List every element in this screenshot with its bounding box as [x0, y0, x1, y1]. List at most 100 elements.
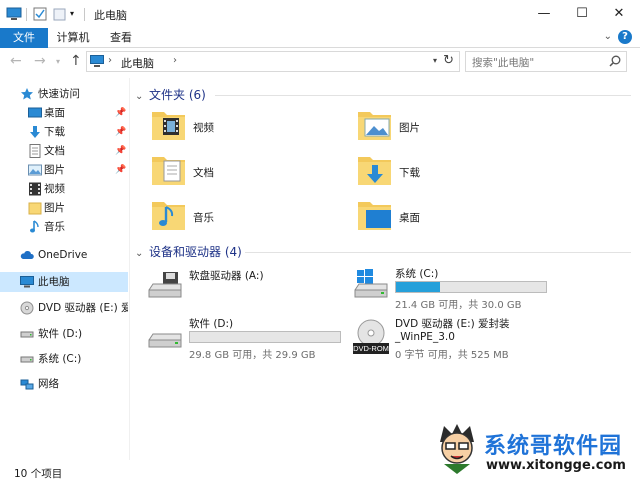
drive-usage-bar — [395, 281, 547, 293]
separator — [84, 8, 85, 21]
collapse-chevron-icon[interactable]: ⌄ — [135, 248, 149, 259]
up-arrow-icon[interactable]: ↑ — [70, 53, 82, 69]
maximize-button[interactable]: ☐ — [568, 4, 596, 24]
floppy-drive-icon — [148, 272, 182, 298]
nav-item-videos[interactable]: 视频 — [0, 179, 128, 199]
dvd-rom-label: DVD-ROM — [353, 344, 389, 353]
group-header-devices[interactable]: ⌄ 设备和驱动器 (4) — [135, 243, 242, 261]
help-icon[interactable]: ? — [618, 30, 632, 44]
search-icon[interactable] — [609, 55, 621, 67]
title-bar: ▾ 此电脑 — ☐ ✕ — [0, 0, 640, 28]
local-drive-icon — [148, 333, 182, 348]
nav-item-dvd-drive[interactable]: DVD 驱动器 (E:) 爱 — [0, 298, 128, 318]
tab-file[interactable]: 文件 — [0, 28, 48, 48]
nav-item-downloads[interactable]: 下载 📌 — [0, 122, 128, 142]
documents-folder-icon — [152, 157, 185, 185]
back-arrow-icon[interactable]: ← — [10, 53, 22, 69]
new-folder-icon[interactable] — [53, 7, 67, 21]
drive-software-d[interactable]: 软件 (D:) 29.8 GB 可用，共 29.9 GB — [147, 316, 347, 361]
properties-icon[interactable] — [33, 7, 47, 21]
drive-dvd-e[interactable]: DVD-ROM DVD 驱动器 (E:) 爱封装 _WinPE_3.0 0 字节… — [353, 316, 553, 361]
breadcrumb-chevron-icon[interactable]: › — [108, 55, 112, 66]
nav-item-drive-c[interactable]: 系统 (C:) — [0, 349, 128, 369]
nav-item-drive-d[interactable]: 软件 (D:) — [0, 324, 128, 344]
customize-dropdown-icon[interactable]: ▾ — [70, 9, 74, 18]
folder-label: 图片 — [399, 122, 420, 134]
downloads-folder-icon — [358, 157, 391, 185]
drive-capacity: 0 字节 可用，共 525 MB — [395, 350, 509, 361]
refresh-icon[interactable]: ↻ — [443, 53, 454, 68]
folder-downloads[interactable]: 下载 — [357, 153, 547, 193]
drive-capacity: 21.4 GB 可用，共 30.0 GB — [395, 300, 522, 311]
navigation-pane: 快速访问 桌面 📌 下载 📌 文档 📌 图片 📌 视频 图片 音乐 OneDri… — [0, 78, 130, 460]
nav-item-documents[interactable]: 文档 📌 — [0, 141, 128, 161]
address-bar-row: ← → ▾ ↑ › 此电脑 › ▾ ↻ 搜索"此电脑" — [0, 49, 640, 75]
search-placeholder: 搜索"此电脑" — [472, 57, 535, 69]
desktop-icon — [28, 107, 42, 118]
forward-arrow-icon[interactable]: → — [34, 53, 46, 69]
computer-icon — [90, 55, 104, 67]
watermark-logo: 系统哥软件园 www.xitongge.com — [432, 418, 640, 480]
ribbon-tabs: 文件 计算机 查看 ⌄ ? — [0, 28, 640, 48]
folder-music[interactable]: 音乐 — [151, 198, 341, 238]
system-drive-icon — [354, 269, 388, 298]
watermark-title: 系统哥软件园 — [484, 434, 623, 459]
nav-item-pictures-folder[interactable]: 图片 — [0, 198, 128, 218]
pictures-folder-icon — [358, 112, 391, 140]
folder-documents[interactable]: 文档 — [151, 153, 341, 193]
nav-item-this-pc[interactable]: 此电脑 — [0, 272, 128, 292]
dvd-rom-icon: DVD-ROM — [353, 319, 389, 354]
group-divider — [215, 95, 631, 96]
drive-name: 软件 (D:) — [189, 318, 234, 330]
folder-label: 视频 — [193, 122, 214, 134]
drive-icon — [20, 356, 34, 363]
collapse-chevron-icon[interactable]: ⌄ — [135, 91, 149, 102]
folder-icon — [28, 202, 42, 215]
folder-label: 文档 — [193, 167, 214, 179]
ribbon-expand-icon[interactable]: ⌄ — [604, 31, 612, 42]
drive-floppy-a[interactable]: 软盘驱动器 (A:) — [147, 268, 347, 312]
video-folder-icon — [152, 112, 185, 140]
drive-capacity: 29.8 GB 可用，共 29.9 GB — [189, 350, 316, 361]
folder-desktop[interactable]: 桌面 — [357, 198, 547, 238]
folder-videos[interactable]: 视频 — [151, 108, 341, 148]
nav-item-onedrive[interactable]: OneDrive — [0, 245, 128, 265]
nav-item-pictures[interactable]: 图片 📌 — [0, 160, 128, 180]
folder-pictures[interactable]: 图片 — [357, 108, 547, 148]
drive-name-line2: _WinPE_3.0 — [395, 331, 455, 343]
picture-icon — [28, 164, 42, 176]
pin-icon[interactable]: 📌 — [115, 122, 126, 142]
window-title: 此电脑 — [94, 9, 127, 22]
breadcrumb[interactable]: 此电脑 — [121, 55, 154, 71]
tab-view[interactable]: 查看 — [102, 28, 140, 48]
close-button[interactable]: ✕ — [605, 4, 633, 24]
pin-icon[interactable]: 📌 — [115, 103, 126, 123]
nav-item-network[interactable]: 网络 — [0, 374, 128, 394]
nav-item-quick-access[interactable]: 快速访问 — [0, 84, 128, 104]
pin-icon[interactable]: 📌 — [115, 160, 126, 180]
drive-system-c[interactable]: 系统 (C:) 21.4 GB 可用，共 30.0 GB — [353, 266, 553, 311]
pin-icon[interactable]: 📌 — [115, 141, 126, 161]
nav-item-desktop[interactable]: 桌面 📌 — [0, 103, 128, 123]
nav-item-music[interactable]: 音乐 — [0, 217, 128, 237]
recent-locations-icon[interactable]: ▾ — [56, 57, 60, 66]
drive-icon — [20, 331, 34, 338]
tab-computer[interactable]: 计算机 — [52, 28, 94, 48]
drive-name: 软盘驱动器 (A:) — [189, 270, 264, 282]
cloud-icon — [20, 251, 34, 259]
drive-usage-bar — [189, 331, 341, 343]
folder-label: 下载 — [399, 167, 420, 179]
address-field[interactable]: › 此电脑 › ▾ ↻ — [86, 51, 460, 72]
address-dropdown-icon[interactable]: ▾ — [433, 56, 437, 65]
drive-usage-fill — [396, 282, 440, 292]
computer-icon[interactable] — [6, 7, 22, 21]
minimize-button[interactable]: — — [530, 4, 558, 24]
breadcrumb-chevron-icon[interactable]: › — [173, 55, 177, 66]
separator — [26, 8, 27, 21]
music-folder-icon — [152, 202, 185, 230]
computer-icon — [20, 276, 34, 288]
group-header-folders[interactable]: ⌄ 文件夹 (6) — [135, 86, 206, 104]
drive-name: DVD 驱动器 (E:) 爱封装 — [395, 318, 510, 330]
document-icon — [29, 144, 41, 158]
search-input[interactable]: 搜索"此电脑" — [465, 51, 627, 72]
